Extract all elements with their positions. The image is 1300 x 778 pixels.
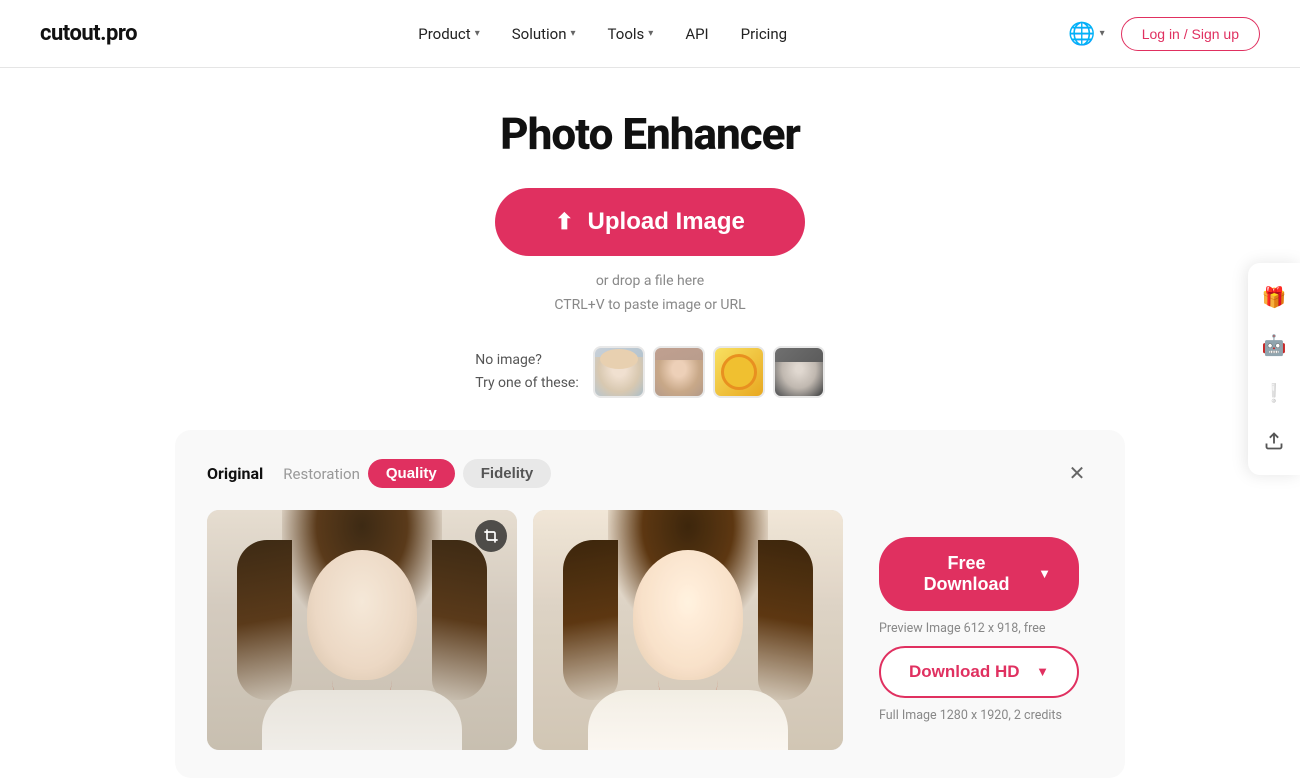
nav: Product ▾ Solution ▾ Tools ▾ API Pricing bbox=[418, 25, 787, 43]
hair-left-enhanced bbox=[563, 540, 618, 700]
translate-icon: 🌐 bbox=[1068, 21, 1095, 47]
restoration-label: Restoration bbox=[283, 465, 360, 483]
face-enhanced bbox=[633, 550, 743, 680]
tab-original[interactable]: Original bbox=[207, 464, 263, 483]
sample-thumb-2[interactable] bbox=[653, 346, 705, 398]
logo[interactable]: cutout.pro bbox=[40, 21, 137, 46]
page-title: Photo Enhancer bbox=[500, 108, 800, 160]
header-right: 🌐 ▾ Log in / Sign up bbox=[1068, 17, 1260, 51]
gift-sidebar-icon[interactable]: 🎁 bbox=[1252, 275, 1296, 319]
sample-thumb-1[interactable] bbox=[593, 346, 645, 398]
nav-api[interactable]: API bbox=[685, 25, 708, 43]
enhanced-image-panel bbox=[533, 510, 843, 750]
tab-fidelity[interactable]: Fidelity bbox=[463, 459, 552, 488]
full-image-note: Full Image 1280 x 1920, 2 credits bbox=[879, 708, 1062, 723]
avatar-sidebar-icon[interactable]: 🤖 bbox=[1252, 323, 1296, 367]
card-tabs-left: Original Restoration Quality Fidelity bbox=[207, 459, 551, 488]
restoration-section: Restoration Quality Fidelity bbox=[283, 459, 551, 488]
sample-thumbs bbox=[593, 346, 825, 398]
hair-right-enhanced bbox=[758, 540, 813, 700]
main-content: Photo Enhancer ⬆ Upload Image or drop a … bbox=[0, 68, 1300, 778]
sample-thumb-4[interactable] bbox=[773, 346, 825, 398]
hair-right-original bbox=[432, 540, 487, 700]
notification-sidebar-icon[interactable]: ❕ bbox=[1252, 371, 1296, 415]
nav-tools[interactable]: Tools ▾ bbox=[608, 25, 654, 43]
sample-thumb-3[interactable] bbox=[713, 346, 765, 398]
preview-note: Preview Image 612 x 918, free bbox=[879, 621, 1046, 636]
product-chevron-icon: ▾ bbox=[475, 28, 480, 39]
hair-left-original bbox=[237, 540, 292, 700]
language-button[interactable]: 🌐 ▾ bbox=[1068, 21, 1104, 47]
download-area: Free Download ▼ Preview Image 612 x 918,… bbox=[859, 510, 1093, 750]
face-original bbox=[307, 550, 417, 680]
nav-product[interactable]: Product ▾ bbox=[418, 25, 479, 43]
close-button[interactable]: ✕ bbox=[1061, 458, 1093, 490]
enhanced-face bbox=[533, 510, 843, 750]
upload-sidebar-icon[interactable] bbox=[1252, 419, 1296, 463]
tab-quality[interactable]: Quality bbox=[368, 459, 455, 488]
crop-icon[interactable] bbox=[475, 520, 507, 552]
download-chevron-icon: ▼ bbox=[1038, 566, 1051, 581]
sample-label: No image? Try one of these: bbox=[475, 349, 579, 394]
sample-images-row: No image? Try one of these: bbox=[475, 346, 825, 398]
lang-chevron-icon: ▾ bbox=[1100, 28, 1105, 39]
drop-hint: or drop a file here CTRL+V to paste imag… bbox=[554, 270, 745, 318]
preview-card: Original Restoration Quality Fidelity ✕ bbox=[175, 430, 1125, 778]
original-image-panel bbox=[207, 510, 517, 750]
shoulder-original bbox=[262, 690, 462, 750]
close-icon: ✕ bbox=[1069, 461, 1086, 486]
solution-chevron-icon: ▾ bbox=[571, 28, 576, 39]
header: cutout.pro Product ▾ Solution ▾ Tools ▾ … bbox=[0, 0, 1300, 68]
nav-solution[interactable]: Solution ▾ bbox=[512, 25, 576, 43]
image-panels: Free Download ▼ Preview Image 612 x 918,… bbox=[207, 510, 1093, 750]
download-hd-button[interactable]: Download HD ▼ bbox=[879, 646, 1079, 698]
free-download-button[interactable]: Free Download ▼ bbox=[879, 537, 1079, 611]
floating-sidebar: 🎁 🤖 ❕ bbox=[1248, 263, 1300, 475]
hd-chevron-icon: ▼ bbox=[1036, 664, 1049, 679]
upload-image-button[interactable]: ⬆ Upload Image bbox=[495, 188, 805, 256]
shoulder-enhanced bbox=[588, 690, 788, 750]
tools-chevron-icon: ▾ bbox=[648, 28, 653, 39]
nav-pricing[interactable]: Pricing bbox=[741, 25, 787, 43]
original-face bbox=[207, 510, 517, 750]
login-signup-button[interactable]: Log in / Sign up bbox=[1121, 17, 1260, 51]
upload-icon: ⬆ bbox=[555, 209, 573, 235]
card-tabs: Original Restoration Quality Fidelity ✕ bbox=[207, 458, 1093, 490]
